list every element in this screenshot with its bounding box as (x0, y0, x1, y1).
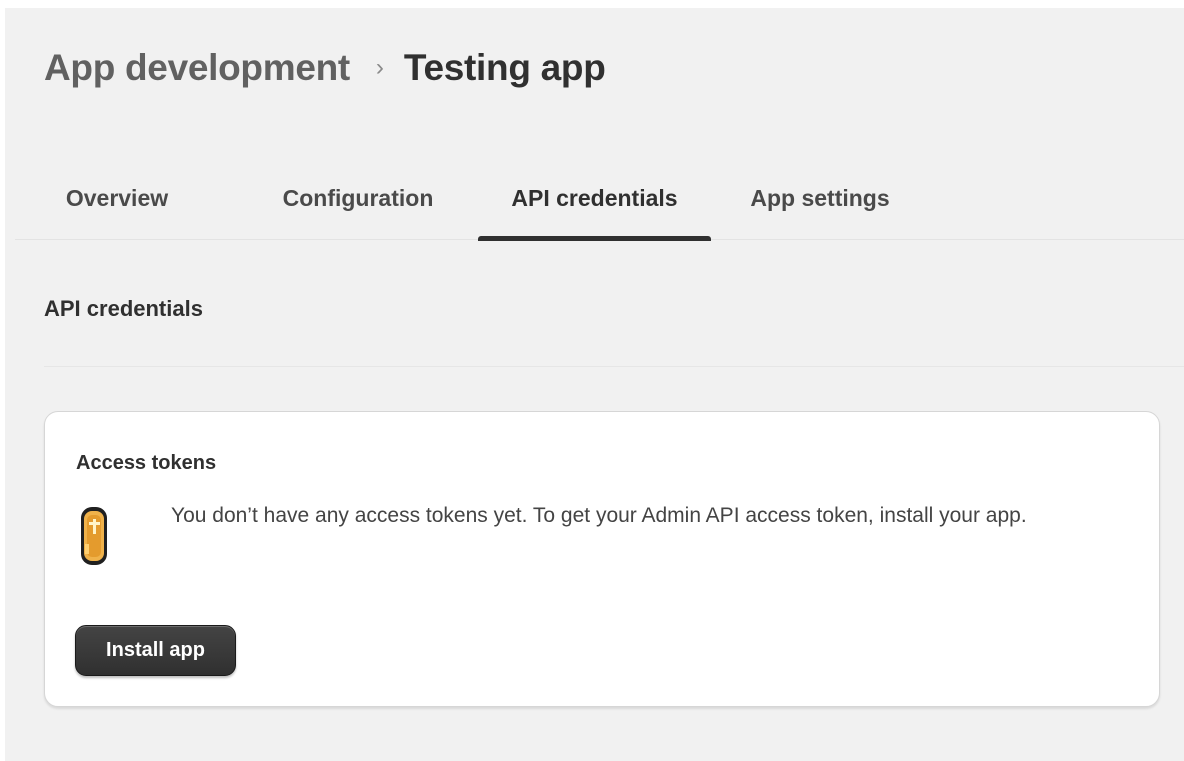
tab-app-settings[interactable]: App settings (722, 158, 918, 239)
access-tokens-card: Access tokens You don’t have any access … (44, 411, 1160, 707)
tab-api-credentials-label: API credentials (511, 185, 678, 211)
tab-app-settings-label: App settings (750, 185, 890, 211)
card-title: Access tokens (76, 452, 217, 474)
chevron-right-icon: › (375, 54, 384, 81)
tab-overview-label: Overview (65, 185, 169, 211)
tab-configuration-label: Configuration (282, 185, 434, 211)
install-app-button[interactable]: Install app (75, 625, 236, 676)
active-tab-indicator (478, 236, 711, 241)
empty-state-message: You don’t have any access tokens yet. To… (171, 504, 1027, 527)
token-coin-icon (81, 507, 107, 565)
tab-configuration[interactable]: Configuration (253, 158, 463, 239)
breadcrumb-app-development-link[interactable]: App development (44, 47, 350, 89)
section-divider (44, 366, 1184, 367)
tab-api-credentials[interactable]: API credentials (478, 158, 711, 241)
section-title: API credentials (44, 296, 203, 321)
tab-overview[interactable]: Overview (23, 158, 211, 239)
tab-bar: Overview Configuration API credentials A… (15, 158, 1184, 241)
page-title: Testing app (403, 47, 606, 88)
app-page: App development › Testing app Overview C… (5, 8, 1184, 761)
breadcrumb: App development › Testing app (44, 44, 606, 92)
